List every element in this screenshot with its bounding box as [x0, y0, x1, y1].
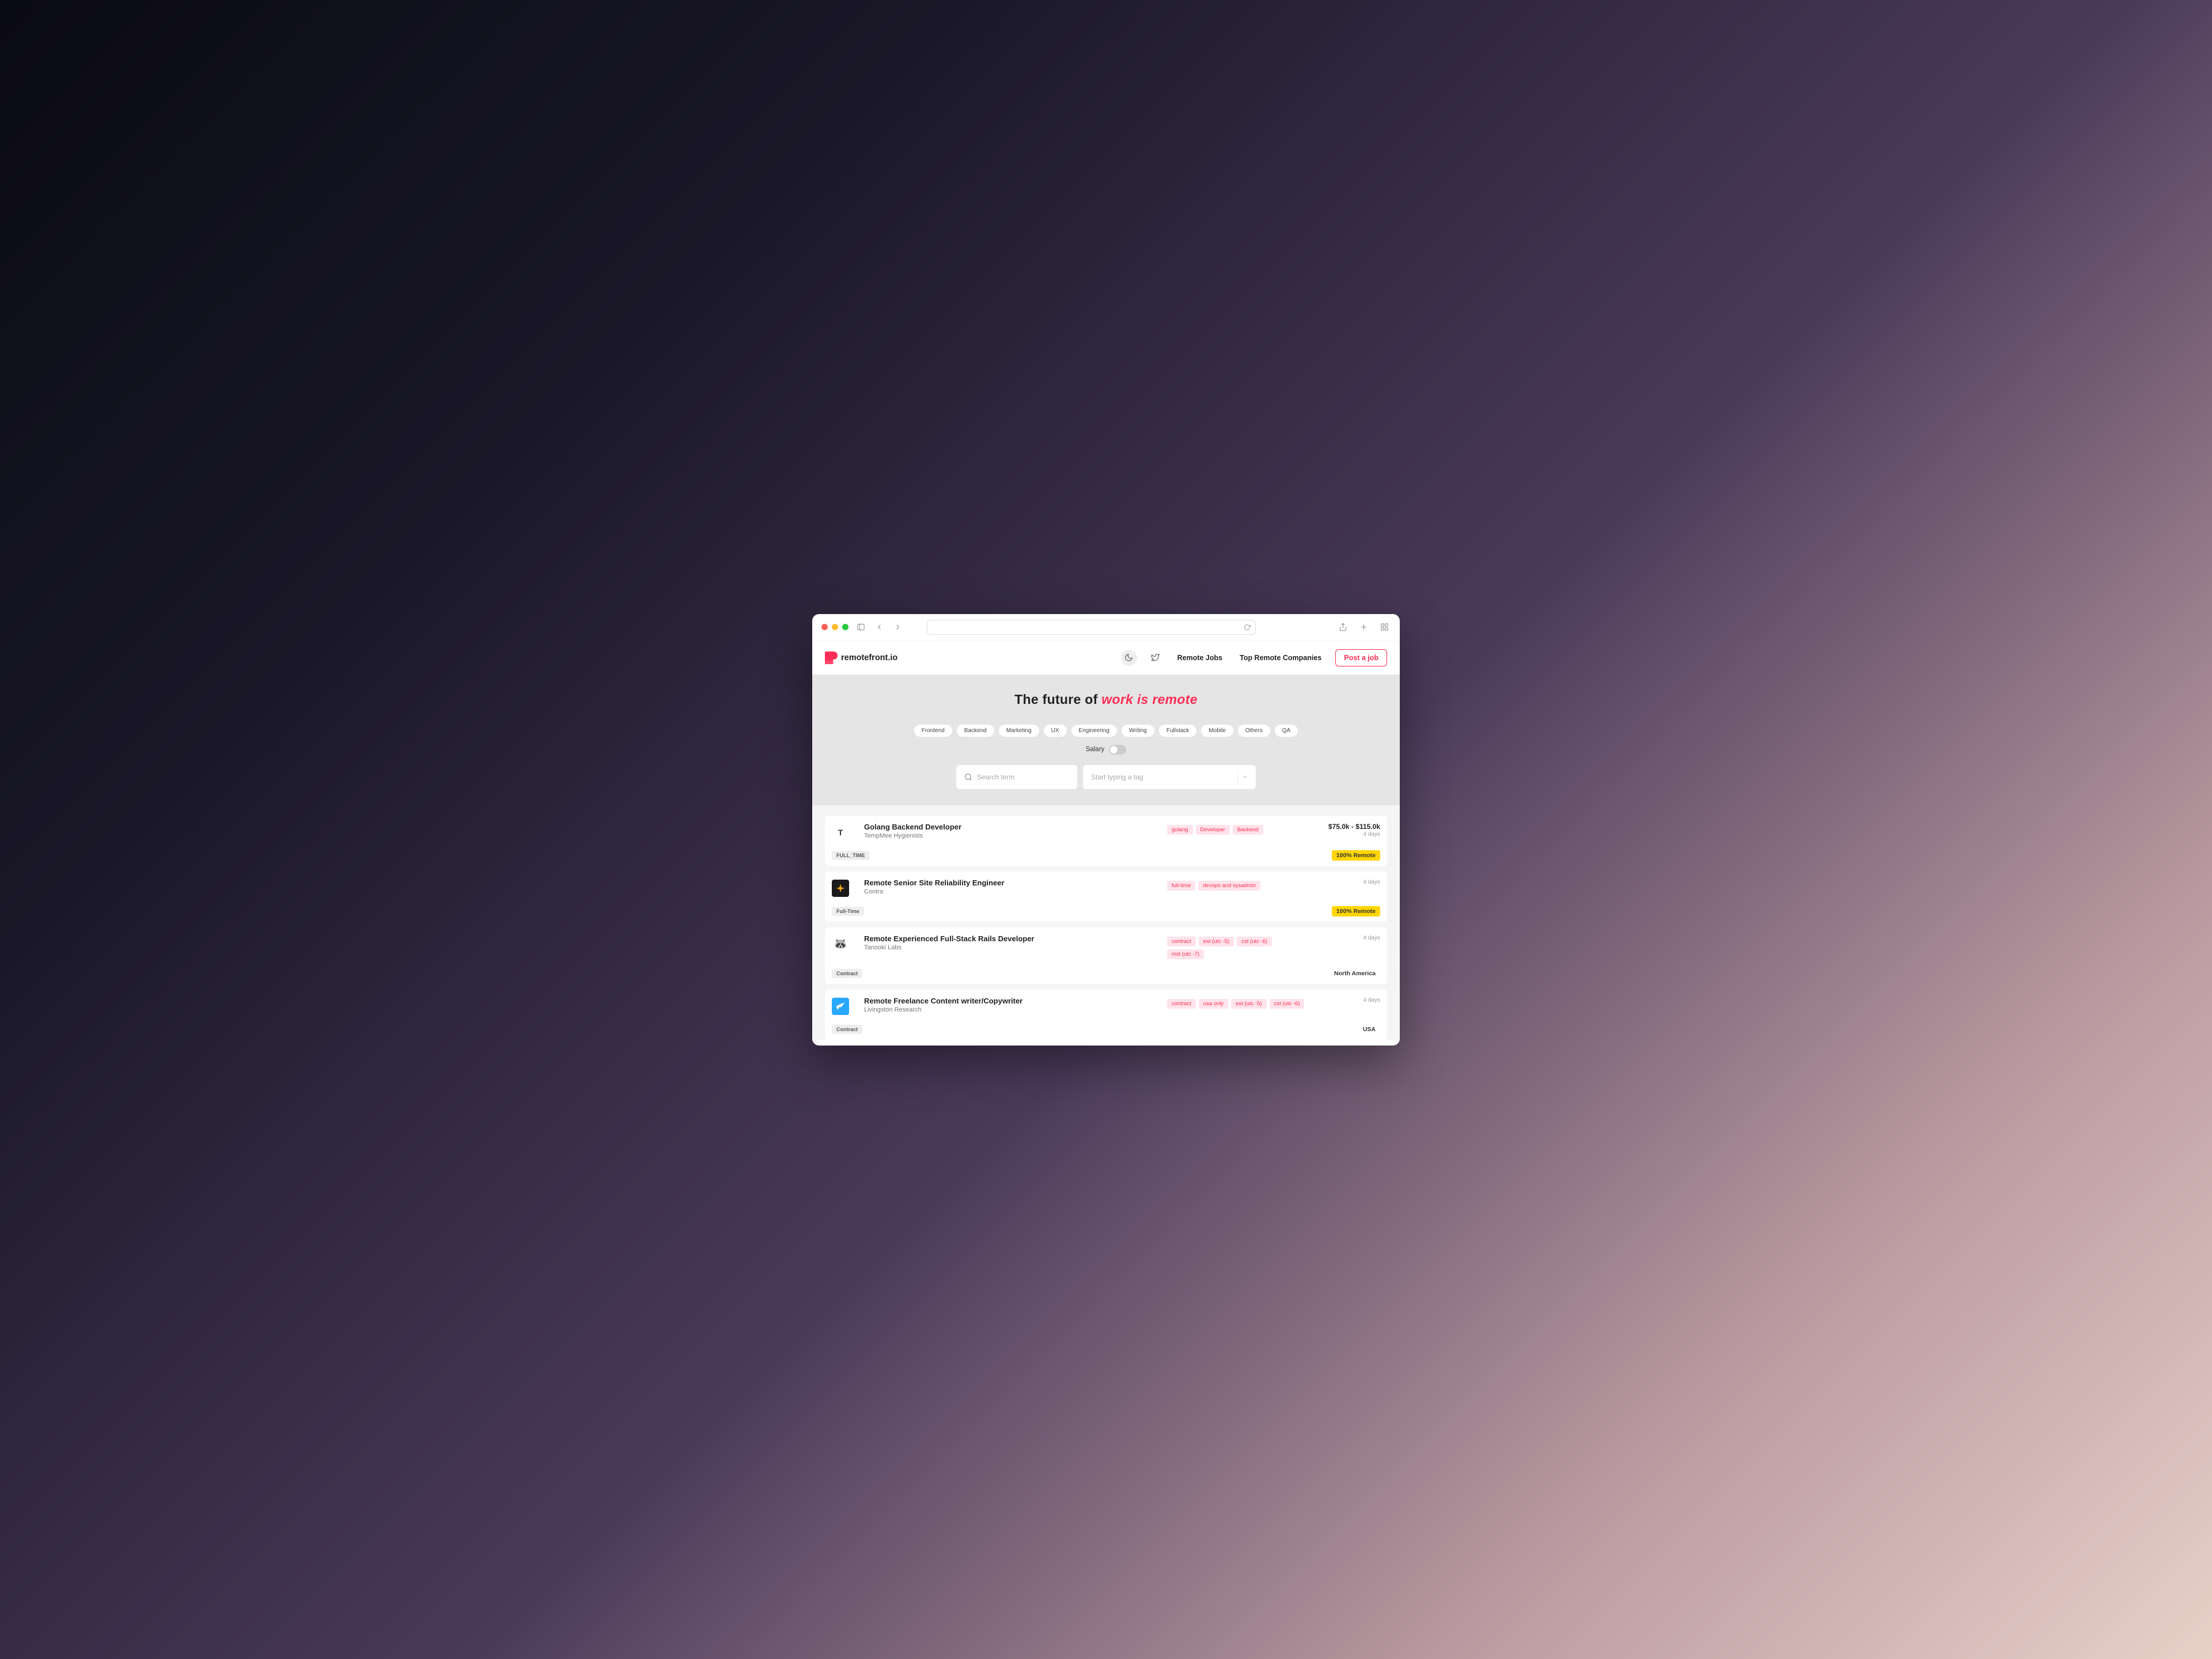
nav-remote-jobs[interactable]: Remote Jobs	[1174, 652, 1226, 664]
salary-text: $75.0k - $115.0k	[1311, 823, 1380, 831]
company-logo: 🦝	[832, 935, 849, 953]
job-tag[interactable]: est (utc -5)	[1199, 937, 1234, 946]
brand-text: remotefront.io	[841, 653, 897, 662]
hero-title-accent: work is remote	[1101, 692, 1198, 707]
posted-age: 4 days	[1311, 831, 1380, 838]
tag-select[interactable]: Start typing a tag	[1083, 765, 1256, 789]
job-title: Remote Freelance Content writer/Copywrit…	[864, 997, 1161, 1005]
salary-toggle[interactable]	[1109, 745, 1126, 755]
job-tag[interactable]: est (utc -5)	[1231, 999, 1266, 1009]
job-tags: golangDeveloperBackend	[1167, 823, 1305, 841]
location-badge: 100% Remote	[1332, 850, 1380, 861]
job-tags: contractusa onlyest (utc -5) cst (utc -6)	[1167, 997, 1305, 1015]
browser-window: remotefront.io Remote Jobs Top Remote Co…	[812, 614, 1400, 1046]
job-tag[interactable]: usa only	[1199, 999, 1228, 1009]
posted-age: 4 days	[1311, 935, 1380, 941]
job-title: Golang Backend Developer	[864, 823, 1161, 831]
hero-title: The future of work is remote	[824, 692, 1388, 707]
company-logo: T	[832, 824, 849, 841]
hero-title-prefix: The future of	[1014, 692, 1101, 707]
back-button[interactable]	[873, 621, 885, 634]
category-pill[interactable]: Marketing	[999, 725, 1039, 737]
salary-label: Salary	[1086, 746, 1105, 753]
job-tags: full-timedevops and sysadmin	[1167, 878, 1305, 897]
category-pills: Frontend Backend Marketing UX Engineering Wri…	[824, 725, 1388, 737]
twitter-icon[interactable]	[1147, 650, 1164, 666]
category-pill[interactable]: Frontend	[914, 725, 952, 737]
job-tag[interactable]: Backend	[1233, 825, 1263, 835]
category-pill[interactable]: Mobile	[1201, 725, 1233, 737]
category-pill[interactable]: Others	[1238, 725, 1270, 737]
share-icon[interactable]	[1336, 621, 1349, 634]
company-name: TempMee Hygienists	[864, 832, 1161, 839]
logo-mark-icon	[825, 652, 838, 664]
job-listings: T Golang Backend DeveloperTempMee Hygieni…	[812, 805, 1400, 1040]
job-card[interactable]: Remote Senior Site Reliability EngineerC…	[825, 872, 1387, 922]
employment-type-badge: Contract	[832, 1025, 862, 1034]
employment-type-badge: Contract	[832, 969, 862, 978]
job-card[interactable]: 🦝 Remote Experienced Full-Stack Rails Dev…	[825, 927, 1387, 984]
minimize-window-button[interactable]	[832, 624, 838, 630]
category-pill[interactable]: Backend	[957, 725, 994, 737]
company-name: Contra	[864, 888, 1161, 895]
address-bar[interactable]	[927, 620, 1256, 635]
tabs-overview-icon[interactable]	[1378, 621, 1391, 634]
category-pill[interactable]: Engineering	[1071, 725, 1117, 737]
search-icon	[964, 773, 972, 781]
job-card[interactable]: Remote Freelance Content writer/Copywrit…	[825, 990, 1387, 1040]
job-tag[interactable]: contract	[1167, 999, 1196, 1009]
location-badge: 100% Remote	[1332, 906, 1380, 916]
job-title: Remote Experienced Full-Stack Rails Deve…	[864, 934, 1161, 943]
job-tag[interactable]: contract	[1167, 937, 1196, 946]
close-window-button[interactable]	[821, 624, 828, 630]
category-pill[interactable]: UX	[1044, 725, 1067, 737]
job-tag[interactable]: golang	[1167, 825, 1193, 835]
category-pill[interactable]: Fullstack	[1159, 725, 1196, 737]
site-logo[interactable]: remotefront.io	[825, 652, 897, 664]
sidebar-toggle-icon[interactable]	[854, 621, 867, 634]
new-tab-icon[interactable]	[1357, 621, 1370, 634]
company-name: Tanooki Labs	[864, 944, 1161, 951]
employment-type-badge: FULL_TIME	[832, 851, 870, 860]
salary-filter-row: Salary	[824, 745, 1388, 755]
maximize-window-button[interactable]	[842, 624, 849, 630]
job-tag[interactable]: Developer	[1196, 825, 1230, 835]
job-tags: contractest (utc -5)cst (utc -6) mst (utc…	[1167, 934, 1305, 959]
job-tag[interactable]: mst (utc -7)	[1167, 949, 1204, 959]
search-input-wrap	[956, 765, 1077, 789]
job-tag[interactable]: cst (utc -6)	[1270, 999, 1305, 1009]
employment-type-badge: Full-Time	[832, 907, 864, 916]
job-tag[interactable]: devops and sysadmin	[1198, 881, 1260, 891]
theme-toggle-icon[interactable]	[1121, 650, 1137, 666]
forward-button[interactable]	[891, 621, 904, 634]
hero-section: The future of work is remote Frontend Bac…	[812, 675, 1400, 805]
chevron-down-icon	[1237, 770, 1252, 785]
category-pill[interactable]: QA	[1275, 725, 1298, 737]
traffic-lights	[821, 624, 849, 630]
posted-age: 4 days	[1311, 879, 1380, 885]
reload-icon[interactable]	[1244, 624, 1251, 631]
company-logo	[832, 880, 849, 897]
nav-top-companies[interactable]: Top Remote Companies	[1236, 652, 1325, 664]
search-row: Start typing a tag	[824, 765, 1388, 789]
location-badge: North America	[1330, 968, 1380, 979]
browser-chrome	[812, 614, 1400, 641]
search-input[interactable]	[977, 773, 1069, 781]
job-tag[interactable]: cst (utc -6)	[1237, 937, 1272, 946]
job-card[interactable]: T Golang Backend DeveloperTempMee Hygieni…	[825, 816, 1387, 866]
company-name: Livingston Research	[864, 1006, 1161, 1013]
job-title: Remote Senior Site Reliability Engineer	[864, 878, 1161, 887]
location-badge: USA	[1358, 1024, 1380, 1035]
category-pill[interactable]: Writing	[1122, 725, 1154, 737]
job-tag[interactable]: full-time	[1167, 881, 1195, 891]
post-job-button[interactable]: Post a job	[1335, 649, 1387, 666]
company-logo	[832, 998, 849, 1015]
posted-age: 4 days	[1311, 997, 1380, 1003]
tag-placeholder: Start typing a tag	[1091, 773, 1143, 781]
site-header: remotefront.io Remote Jobs Top Remote Co…	[812, 641, 1400, 675]
